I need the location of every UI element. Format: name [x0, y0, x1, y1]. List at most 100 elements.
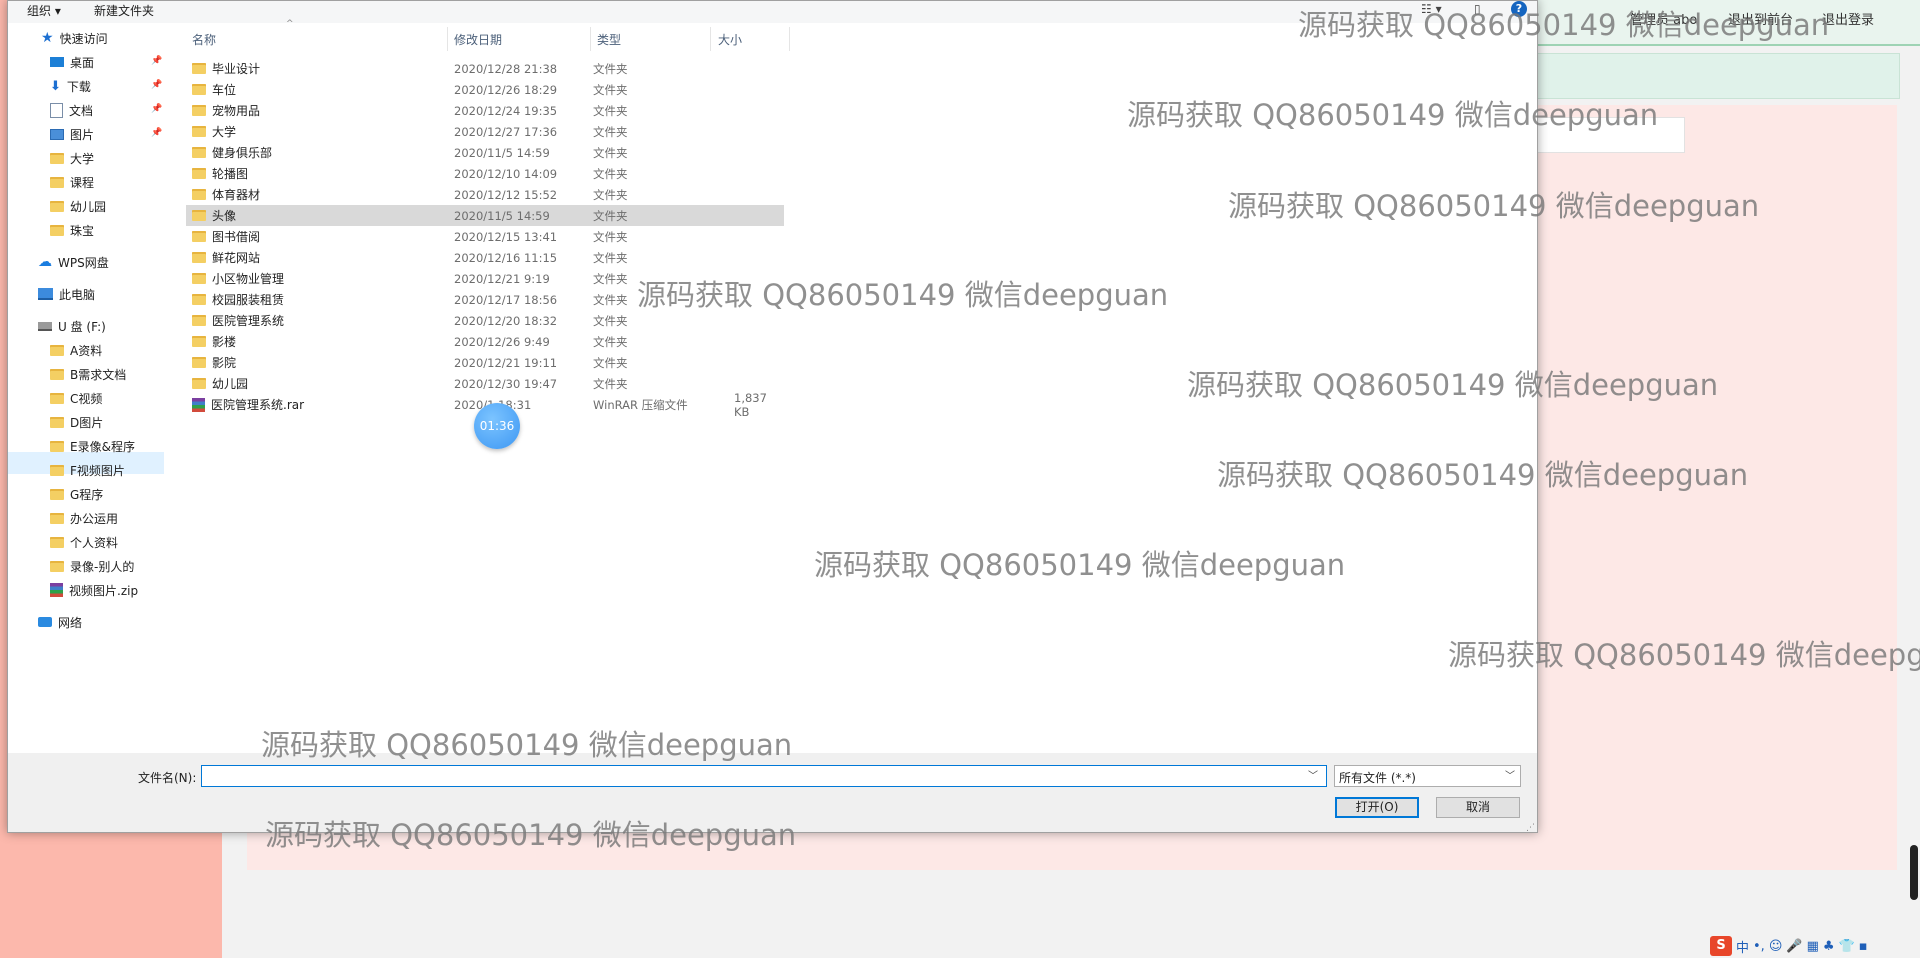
nav-item[interactable]: ⬇ 下载: [50, 75, 91, 97]
ime-mode-icon[interactable]: 中: [1736, 937, 1749, 956]
nav-item[interactable]: ★ 快速访问: [41, 27, 108, 49]
nav-item[interactable]: 课程: [50, 171, 94, 193]
file-name: 大学: [192, 123, 236, 140]
file-name-label: 校园服装租赁: [212, 293, 285, 307]
column-date-header[interactable]: 修改日期: [454, 31, 502, 48]
nav-item[interactable]: 网络: [38, 611, 82, 633]
nav-item[interactable]: 桌面: [50, 51, 94, 73]
nav-item-label: 快速访问: [59, 31, 108, 46]
nav-item[interactable]: 图片: [50, 123, 94, 145]
new-folder-button[interactable]: 新建文件夹: [94, 2, 154, 19]
nav-item[interactable]: G程序: [50, 483, 103, 505]
file-row[interactable]: 影院 2020/12/21 19:11 文件夹: [186, 352, 784, 373]
nav-item[interactable]: 大学: [50, 147, 94, 169]
tools-icon[interactable]: ♣: [1823, 939, 1835, 954]
folder-icon: [50, 416, 64, 428]
pictures-icon: [50, 128, 64, 140]
sogou-ime-icon[interactable]: S: [1710, 936, 1732, 956]
pin-icon: 📌: [151, 128, 163, 138]
file-name-label: 幼儿园: [212, 377, 249, 391]
file-row[interactable]: 宠物用品 2020/12/24 19:35 文件夹: [186, 100, 784, 121]
file-type: 文件夹: [593, 166, 628, 181]
nav-item[interactable]: 视频图片.zip: [50, 579, 138, 601]
folder-icon: [192, 147, 206, 158]
file-date: 2020/12/27 17:36: [454, 124, 558, 139]
folder-icon: [192, 315, 206, 326]
file-row[interactable]: 健身俱乐部 2020/11/5 14:59 文件夹: [186, 142, 784, 163]
column-size-header[interactable]: 大小: [718, 31, 742, 48]
folder-icon: [50, 152, 64, 164]
nav-item[interactable]: A资料: [50, 339, 102, 361]
computer-icon: [38, 288, 53, 300]
file-type: 文件夹: [593, 124, 628, 139]
file-row[interactable]: 图书借阅 2020/12/15 13:41 文件夹: [186, 226, 784, 247]
nav-item[interactable]: B需求文档: [50, 363, 126, 385]
file-date: 2020/12/20 18:32: [454, 313, 558, 328]
file-row[interactable]: 体育器材 2020/12/12 15:52 文件夹: [186, 184, 784, 205]
keyboard-icon[interactable]: ▦: [1807, 939, 1819, 954]
punctuation-icon[interactable]: •,: [1753, 939, 1765, 954]
folder-icon: [192, 231, 206, 242]
watermark-text: 源码获取 QQ86050149 微信deepguan: [261, 728, 793, 762]
file-row[interactable]: 鲜花网站 2020/12/16 11:15 文件夹: [186, 247, 784, 268]
column-separator[interactable]: [789, 27, 790, 51]
nav-item[interactable]: 珠宝: [50, 219, 94, 241]
column-type-header[interactable]: 类型: [597, 31, 621, 48]
file-size: 1,837 KB: [734, 390, 767, 419]
file-name-label: 头像: [212, 209, 237, 223]
nav-item[interactable]: F视频图片: [50, 459, 125, 481]
nav-item[interactable]: 办公运用: [50, 507, 118, 529]
nav-item[interactable]: 此电脑: [38, 283, 95, 305]
folder-icon: [50, 560, 64, 572]
watermark-text: 源码获取 QQ86050149 微信deepguan: [637, 278, 1169, 312]
microphone-icon[interactable]: 🎤: [1786, 939, 1802, 954]
nav-item[interactable]: 录像-别人的: [50, 555, 134, 577]
nav-item[interactable]: U 盘 (F:): [38, 315, 106, 337]
open-button[interactable]: 打开(O): [1335, 797, 1419, 818]
file-date: 2020/12/26 9:49: [454, 334, 550, 349]
menu-icon[interactable]: ▪: [1859, 939, 1868, 954]
chevron-down-icon[interactable]: ﹀: [1505, 767, 1515, 782]
file-row[interactable]: 毕业设计 2020/12/28 21:38 文件夹: [186, 58, 784, 79]
column-separator[interactable]: [447, 27, 448, 51]
nav-item[interactable]: E录像&程序: [50, 435, 135, 457]
file-row[interactable]: 头像 2020/11/5 14:59 文件夹: [186, 205, 784, 226]
file-row[interactable]: 幼儿园 2020/12/30 19:47 文件夹: [186, 373, 784, 394]
nav-item-label: 视频图片.zip: [69, 583, 139, 598]
file-name: 鲜花网站: [192, 249, 260, 266]
folder-icon: [192, 189, 206, 200]
nav-item[interactable]: 文档: [50, 99, 93, 121]
emoji-icon[interactable]: ☺: [1769, 939, 1783, 954]
folder-icon: [50, 200, 64, 212]
cloud-icon: ☁: [38, 254, 52, 270]
cancel-button[interactable]: 取消: [1436, 797, 1520, 818]
file-type: 文件夹: [593, 145, 628, 160]
nav-item[interactable]: 幼儿园: [50, 195, 106, 217]
filename-input[interactable]: [201, 765, 1327, 787]
nav-item-label: 办公运用: [70, 511, 119, 526]
file-row[interactable]: 影楼 2020/12/26 9:49 文件夹: [186, 331, 784, 352]
resize-grip-icon[interactable]: ⋰: [1526, 823, 1535, 833]
column-name-header[interactable]: 名称: [192, 31, 216, 48]
folder-icon: [192, 168, 206, 179]
nav-item[interactable]: 个人资料: [50, 531, 118, 553]
column-separator[interactable]: [710, 27, 711, 51]
nav-item-label: 此电脑: [59, 287, 96, 302]
file-row[interactable]: 车位 2020/12/26 18:29 文件夹: [186, 79, 784, 100]
organize-button[interactable]: 组织 ▾: [27, 2, 61, 19]
nav-item[interactable]: D图片: [50, 411, 103, 433]
page-scrollbar-thumb[interactable]: [1910, 845, 1918, 900]
skin-icon[interactable]: 👕: [1839, 939, 1855, 954]
folder-icon: [50, 464, 64, 476]
filetype-select[interactable]: 所有文件 (*.*): [1334, 765, 1521, 787]
chevron-down-icon[interactable]: ﹀: [1308, 767, 1318, 782]
file-date: 2020/12/16 11:15: [454, 250, 558, 265]
nav-item-label: E录像&程序: [70, 439, 135, 454]
nav-item[interactable]: ☁ WPS网盘: [38, 251, 109, 273]
nav-item[interactable]: C视频: [50, 387, 102, 409]
column-separator[interactable]: [590, 27, 591, 51]
logout-link[interactable]: 退出登录: [1822, 9, 1874, 28]
file-row[interactable]: 大学 2020/12/27 17:36 文件夹: [186, 121, 784, 142]
nav-item-label: D图片: [70, 415, 104, 430]
file-row[interactable]: 轮播图 2020/12/10 14:09 文件夹: [186, 163, 784, 184]
